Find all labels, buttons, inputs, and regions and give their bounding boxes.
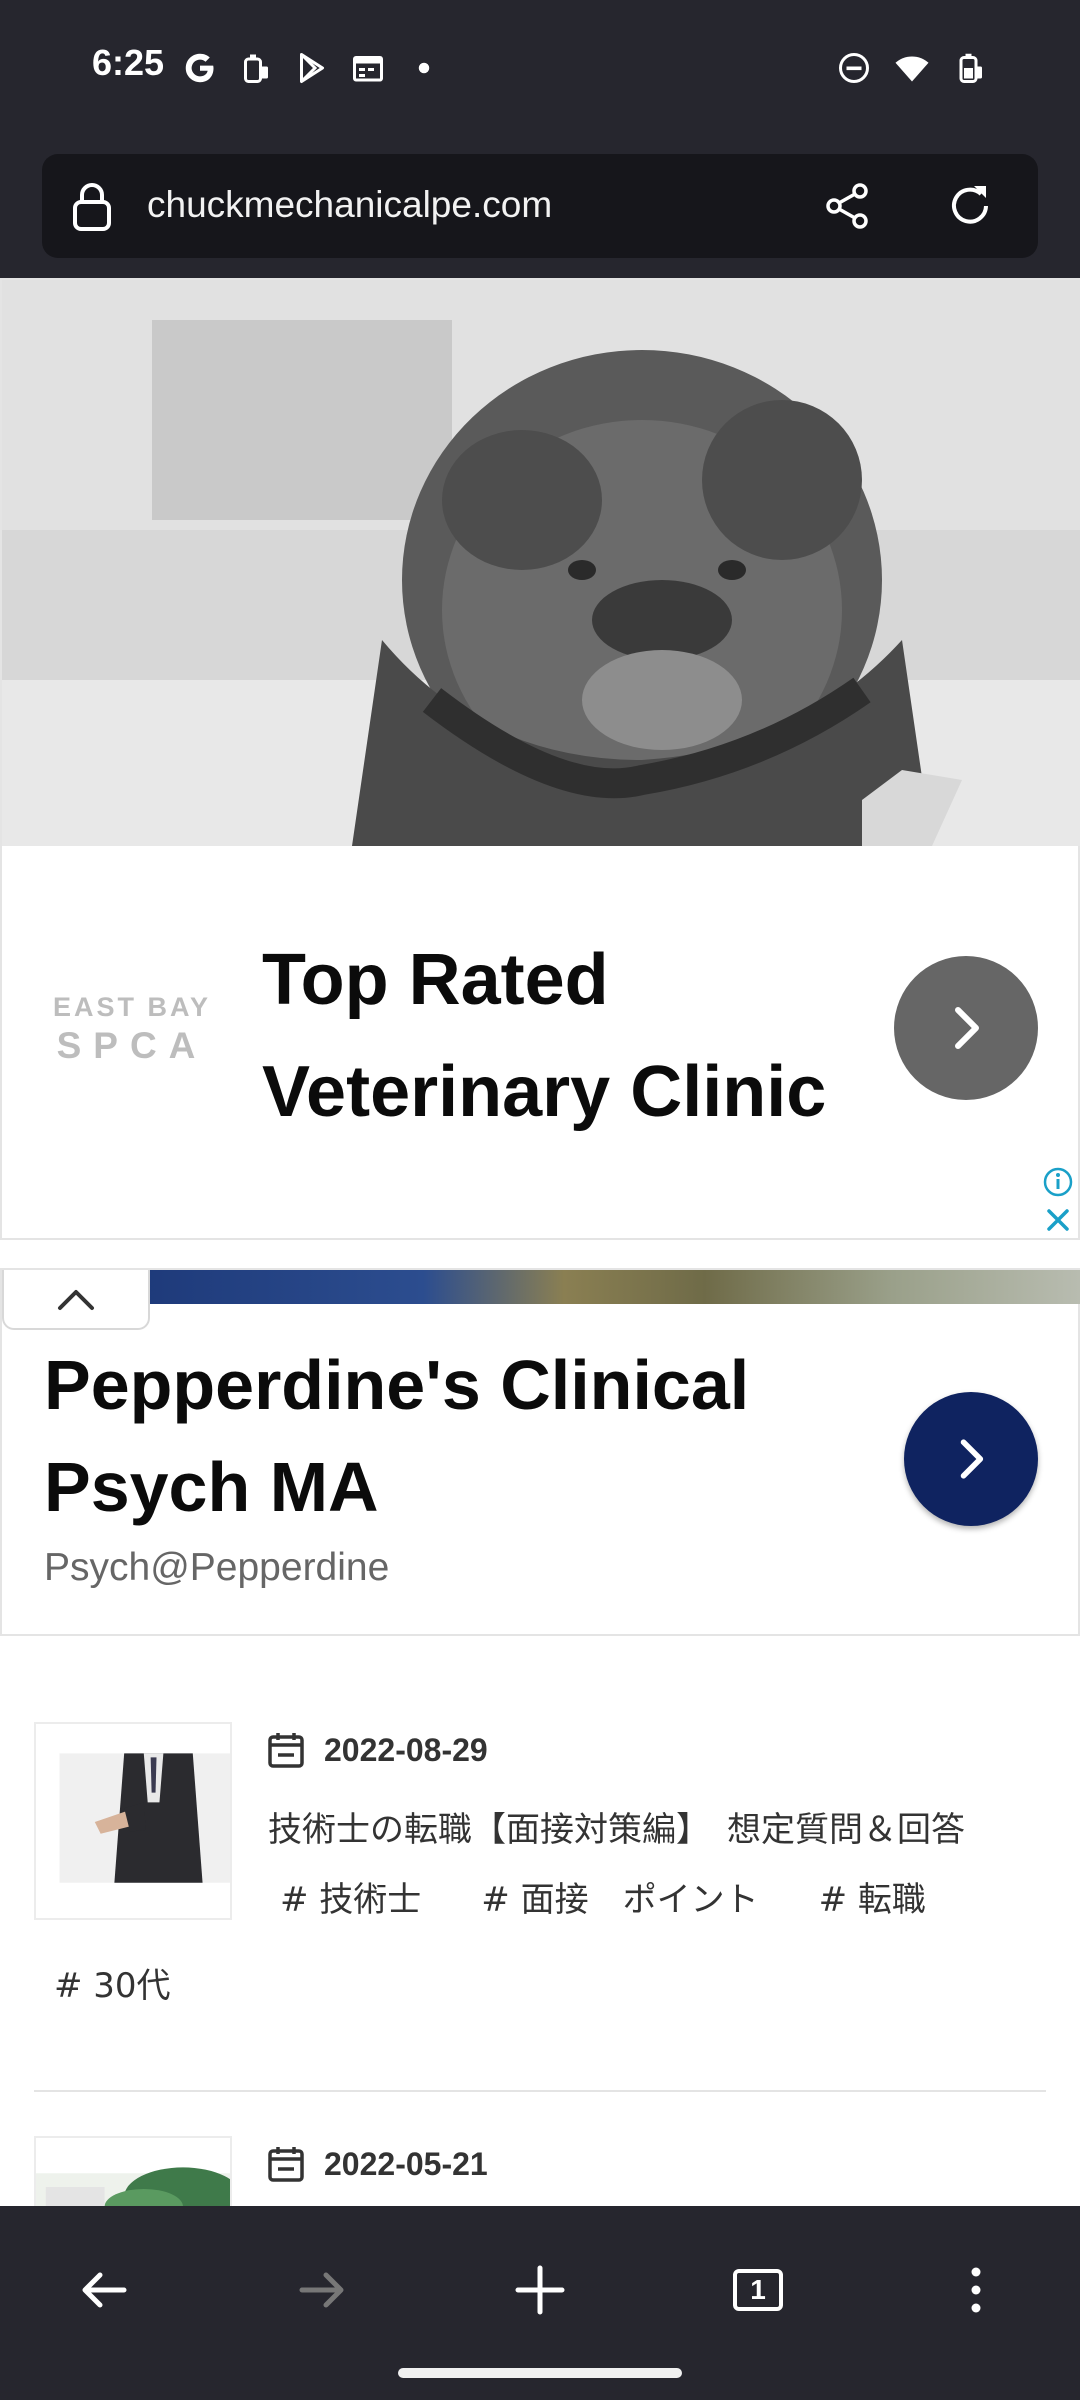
calendar-icon: [268, 1733, 304, 1768]
article-thumbnail[interactable]: [34, 2136, 232, 2206]
system-icons: [836, 46, 988, 90]
plus-icon: [515, 2265, 565, 2315]
calendar-icon: [268, 2147, 304, 2182]
ad-dog-photo[interactable]: [2, 280, 1080, 846]
do-not-disturb-icon: [836, 50, 872, 86]
url-text[interactable]: chuckmechanicalpe.com: [147, 184, 552, 226]
article-date: 2022-08-29: [324, 1731, 488, 1768]
status-bar: 6:25: [0, 0, 1080, 140]
more-vertical-icon: [971, 2267, 981, 2313]
google-icon: [182, 50, 218, 86]
arrow-left-icon: [82, 2272, 127, 2308]
article-tags: # 技術士 # 面接 ポイント # 転職: [280, 1872, 926, 1921]
briefcase-icon: [238, 50, 274, 86]
east-bay-spca-logo: EAST BAY SPCA: [52, 992, 212, 1067]
ad-collapse-button[interactable]: [2, 1270, 150, 1330]
browser-toolbar: chuckmechanicalpe.com: [0, 140, 1080, 278]
ad2-advertiser[interactable]: Psych@Pepperdine: [44, 1546, 389, 1590]
ad1-headline-line1[interactable]: Top Rated: [262, 924, 862, 1036]
wifi-icon: [894, 50, 930, 86]
status-time: 6:25: [92, 42, 165, 83]
ad-close-icon[interactable]: [1042, 1204, 1074, 1236]
article-divider: [34, 2090, 1046, 2092]
chevron-right-icon: [960, 1439, 984, 1479]
ad2-open-button[interactable]: [904, 1392, 1038, 1526]
play-store-icon: [294, 50, 330, 86]
tabs-button[interactable]: 1: [718, 2250, 798, 2330]
ad1-headline[interactable]: Top Rated Veterinary Clinic: [262, 924, 862, 1148]
article-tag[interactable]: # 30代: [54, 1958, 171, 2007]
calendar-icon: [350, 50, 386, 86]
article-title[interactable]: 技術士の転職【面接対策編】 想定質問＆回答: [268, 1802, 1068, 1851]
ad2-headline[interactable]: Pepperdine's Clinical Psych MA: [44, 1334, 864, 1538]
brand-line1: EAST BAY: [52, 992, 212, 1022]
brand-line2: SPCA: [56, 1025, 208, 1066]
forward-button[interactable]: [282, 2250, 362, 2330]
share-icon[interactable]: [822, 180, 874, 232]
back-button[interactable]: [64, 2250, 144, 2330]
ad2-headline-line2[interactable]: Psych MA: [44, 1436, 864, 1538]
article-item[interactable]: 2022-05-21: [34, 2136, 1046, 2206]
battery-icon: [952, 50, 988, 86]
ad2-image-strip[interactable]: [142, 1270, 1080, 1304]
article-date: 2022-05-21: [324, 2145, 488, 2182]
ad-info-icon[interactable]: [1042, 1166, 1074, 1198]
chevron-up-icon: [58, 1290, 94, 1310]
article-item[interactable]: 2022-08-29 技術士の転職【面接対策編】 想定質問＆回答 # 技術士 #…: [34, 1722, 1046, 2022]
tab-count: 1: [733, 2269, 783, 2311]
chevron-right-icon: [955, 1007, 979, 1049]
notification-icons: [182, 46, 442, 90]
article-tag[interactable]: # 技術士: [280, 1872, 421, 1921]
web-content[interactable]: EAST BAY SPCA Top Rated Veterinary Clini…: [0, 278, 1080, 2206]
reload-icon[interactable]: [944, 180, 996, 232]
ad1-open-button[interactable]: [894, 956, 1038, 1100]
menu-button[interactable]: [936, 2250, 1016, 2330]
ad1-headline-line2[interactable]: Veterinary Clinic: [262, 1036, 862, 1148]
article-date-row: 2022-08-29: [266, 1728, 488, 1772]
address-bar[interactable]: chuckmechanicalpe.com: [42, 154, 1038, 258]
article-tag[interactable]: # 面接 ポイント: [481, 1872, 758, 1921]
lock-icon[interactable]: [72, 182, 112, 232]
ad-pepperdine[interactable]: Pepperdine's Clinical Psych MA Psych@Pep…: [0, 1268, 1080, 1636]
new-tab-button[interactable]: [500, 2250, 580, 2330]
ad-veterinary-clinic[interactable]: EAST BAY SPCA Top Rated Veterinary Clini…: [0, 278, 1080, 1240]
article-tag[interactable]: # 転職: [819, 1872, 926, 1921]
bottom-toolbar: 1: [0, 2206, 1080, 2400]
arrow-right-icon: [299, 2272, 344, 2308]
home-indicator[interactable]: [398, 2368, 682, 2378]
article-thumbnail[interactable]: [34, 1722, 232, 1920]
article-date-row: 2022-05-21: [266, 2142, 488, 2186]
ad2-headline-line1[interactable]: Pepperdine's Clinical: [44, 1334, 864, 1436]
dot-icon: [406, 50, 442, 86]
